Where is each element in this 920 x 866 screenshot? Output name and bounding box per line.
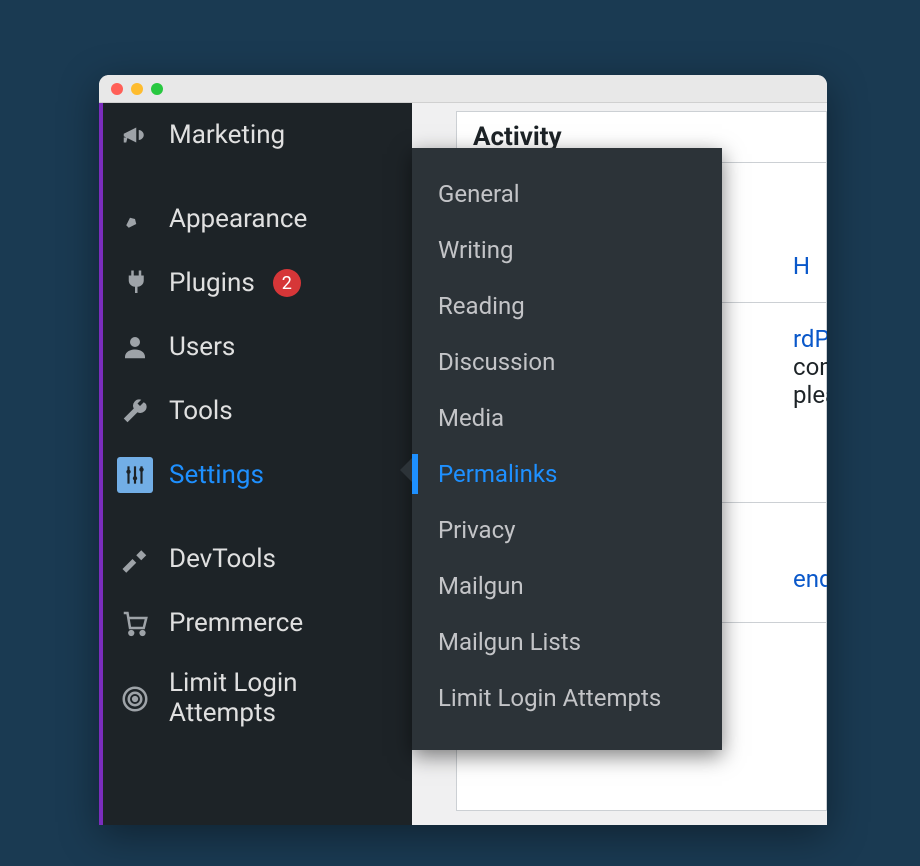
sidebar-item-label: DevTools [169, 544, 276, 574]
submenu-item-reading[interactable]: Reading [412, 278, 722, 334]
content-wrap: Marketing Appearance Plugins 2 [99, 103, 827, 825]
sidebar-item-devtools[interactable]: DevTools [103, 527, 412, 591]
app-window: Marketing Appearance Plugins 2 [99, 75, 827, 825]
sidebar-item-plugins[interactable]: Plugins 2 [103, 251, 412, 315]
window-titlebar [99, 75, 827, 103]
submenu-item-limit-login[interactable]: Limit Login Attempts [412, 670, 722, 726]
sidebar-item-appearance[interactable]: Appearance [103, 187, 412, 251]
panel-link[interactable]: rdPres [793, 325, 827, 353]
submenu-item-discussion[interactable]: Discussion [412, 334, 722, 390]
plugins-update-badge: 2 [273, 269, 301, 297]
submenu-item-permalinks[interactable]: Permalinks [412, 446, 722, 502]
sidebar-item-label: Premmerce [169, 608, 303, 638]
fingerprint-icon [117, 681, 153, 717]
panel-text: pleas [793, 381, 827, 409]
panel-text: comm [793, 353, 827, 381]
cart-icon [117, 605, 153, 641]
sidebar-item-users[interactable]: Users [103, 315, 412, 379]
sidebar-item-tools[interactable]: Tools [103, 379, 412, 443]
submenu-item-writing[interactable]: Writing [412, 222, 722, 278]
sidebar-item-label: Marketing [169, 120, 285, 150]
panel-link[interactable]: H [793, 252, 810, 280]
wrench-icon [117, 393, 153, 429]
sidebar-item-label: Plugins [169, 268, 255, 298]
sidebar-item-premmerce[interactable]: Premmerce [103, 591, 412, 655]
brush-icon [117, 201, 153, 237]
panel-link[interactable]: ending [793, 565, 827, 593]
window-minimize-button[interactable] [131, 83, 143, 95]
sidebar-item-label: Appearance [169, 204, 307, 234]
admin-sidebar: Marketing Appearance Plugins 2 [99, 103, 412, 825]
submenu-item-privacy[interactable]: Privacy [412, 502, 722, 558]
sidebar-item-label: Settings [169, 460, 264, 490]
sidebar-item-marketing[interactable]: Marketing [103, 103, 412, 167]
sidebar-item-settings[interactable]: Settings [103, 443, 412, 507]
sliders-icon [117, 457, 153, 493]
sidebar-item-label: Limit LoginAttempts [169, 669, 298, 729]
submenu-item-general[interactable]: General [412, 166, 722, 222]
hammer-icon [117, 541, 153, 577]
submenu-item-mailgun-lists[interactable]: Mailgun Lists [412, 614, 722, 670]
submenu-item-media[interactable]: Media [412, 390, 722, 446]
megaphone-icon [117, 117, 153, 153]
submenu-item-mailgun[interactable]: Mailgun [412, 558, 722, 614]
plug-icon [117, 265, 153, 301]
sidebar-item-label: Tools [169, 396, 233, 426]
settings-submenu: General Writing Reading Discussion Media… [412, 148, 722, 750]
window-close-button[interactable] [111, 83, 123, 95]
flyout-arrow [400, 458, 412, 482]
sidebar-item-label: Users [169, 332, 235, 362]
window-zoom-button[interactable] [151, 83, 163, 95]
sidebar-item-limit-login[interactable]: Limit LoginAttempts [103, 655, 412, 743]
user-icon [117, 329, 153, 365]
